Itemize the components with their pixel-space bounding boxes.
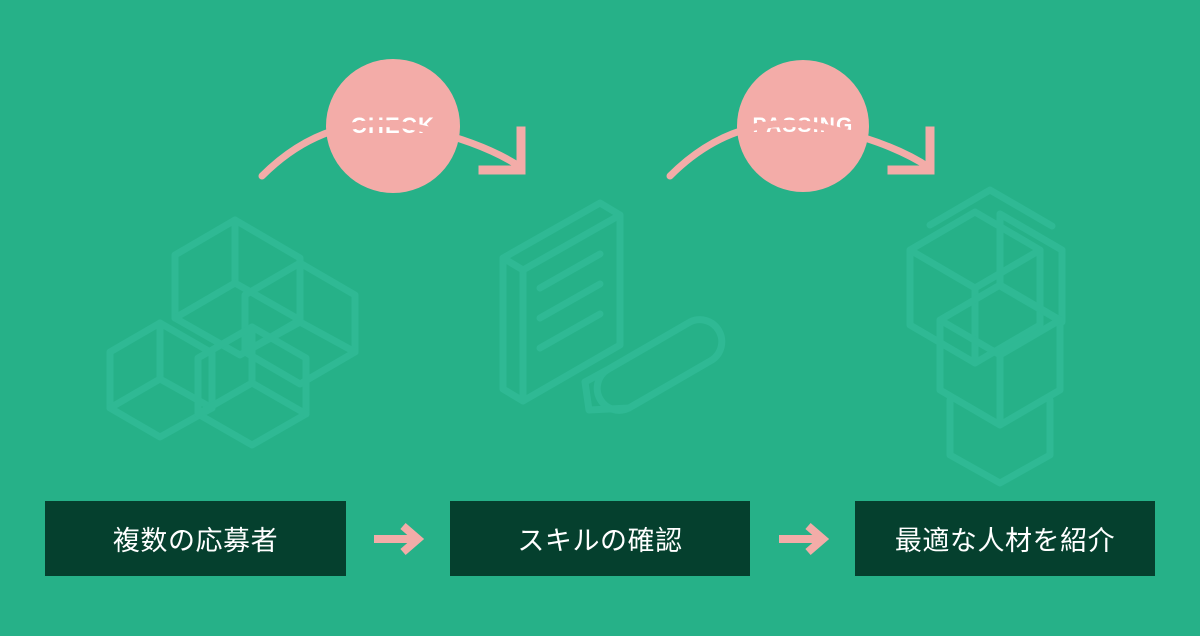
step-box-best-match-label: 最適な人材を紹介 [894, 526, 1116, 556]
infographic-canvas: CHECK PASSING 複数の応募者 スキルの確認 最適な人材を紹介 [0, 0, 1200, 636]
arrow-right-icon [779, 522, 829, 555]
step-connector-1 [346, 501, 450, 576]
step-box-skill-check-label: スキルの確認 [517, 526, 683, 556]
step-box-applicants: 複数の応募者 [45, 501, 346, 576]
step-flow-row: 複数の応募者 スキルの確認 最適な人材を紹介 [0, 0, 1200, 636]
arrow-right-icon [374, 522, 424, 555]
step-box-best-match: 最適な人材を紹介 [855, 501, 1155, 576]
step-connector-2 [751, 501, 855, 576]
step-box-applicants-label: 複数の応募者 [112, 526, 279, 556]
step-box-skill-check: スキルの確認 [450, 501, 750, 576]
